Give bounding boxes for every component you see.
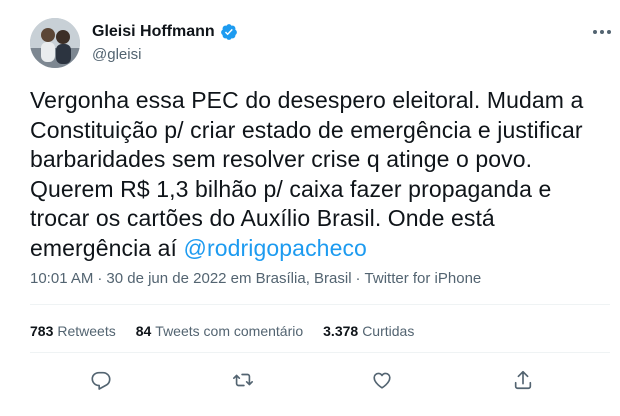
tweet-date-location[interactable]: 30 de jun de 2022 em Brasília, Brasil — [106, 270, 351, 287]
divider — [30, 304, 610, 305]
retweets-label: Retweets — [57, 323, 116, 339]
author-name-row[interactable]: Gleisi Hoffmann — [92, 23, 238, 41]
retweet-button[interactable] — [229, 366, 257, 394]
tweet-source[interactable]: Twitter for iPhone — [365, 270, 482, 287]
meta-separator: · — [97, 270, 103, 287]
verified-badge-icon — [220, 24, 237, 40]
tweet-stats: 783 Retweets 84 Tweets com comentário 3.37… — [30, 323, 414, 339]
likes-label: Curtidas — [362, 323, 415, 339]
quotes-stat[interactable]: 84 Tweets com comentário — [136, 323, 303, 339]
reply-icon — [91, 371, 111, 390]
mention-link[interactable]: @rodrigopacheco — [184, 235, 367, 261]
tweet-line-last: emergência aí @rodrigopacheco — [30, 234, 610, 264]
tweet-text: Vergonha essa PEC do desespero eleitoral… — [30, 86, 610, 263]
tweet-line: Constituição p/ criar estado de emergênc… — [30, 116, 583, 143]
share-icon — [514, 370, 532, 390]
share-button[interactable] — [509, 366, 537, 394]
retweets-count: 783 — [30, 323, 54, 339]
tweet-line: trocar os cartões do Auxílio Brasil. Ond… — [30, 205, 495, 231]
action-bar — [30, 366, 610, 396]
tweet-card: Gleisi Hoffmann @gleisi Vergonha essa PE… — [0, 0, 620, 416]
meta-separator: · — [355, 270, 361, 287]
retweet-icon — [233, 373, 253, 387]
tweet-line: Vergonha essa PEC do desespero eleitoral… — [30, 87, 584, 113]
tweet-line: Querem R$ 1,3 bilhão p/ caixa fazer prop… — [30, 175, 552, 202]
tweet-meta: 10:01 AM · 30 de jun de 2022 em Brasília, … — [30, 270, 481, 287]
likes-count: 3.378 — [323, 323, 359, 339]
quotes-count: 84 — [135, 323, 152, 339]
retweets-stat[interactable]: 783 Retweets — [30, 323, 116, 339]
profile-photo-icon — [30, 18, 80, 68]
reply-button[interactable] — [87, 366, 115, 394]
likes-stat[interactable]: 3.378 Curtidas — [323, 323, 414, 339]
divider — [30, 352, 610, 353]
tweet-time[interactable]: 10:01 AM — [30, 270, 93, 287]
like-button[interactable] — [368, 366, 396, 394]
quotes-label: Tweets com comentário — [155, 323, 304, 339]
tweet-line-text: emergência aí — [30, 234, 184, 261]
author-name[interactable]: Gleisi Hoffmann — [92, 23, 215, 41]
avatar[interactable] — [30, 18, 80, 68]
like-icon — [373, 372, 391, 389]
more-dots-icon — [593, 30, 611, 34]
more-options-button[interactable] — [590, 20, 614, 44]
author-handle[interactable]: @gleisi — [92, 46, 141, 63]
tweet-line: barbaridades sem resolver crise q atinge… — [30, 146, 533, 172]
